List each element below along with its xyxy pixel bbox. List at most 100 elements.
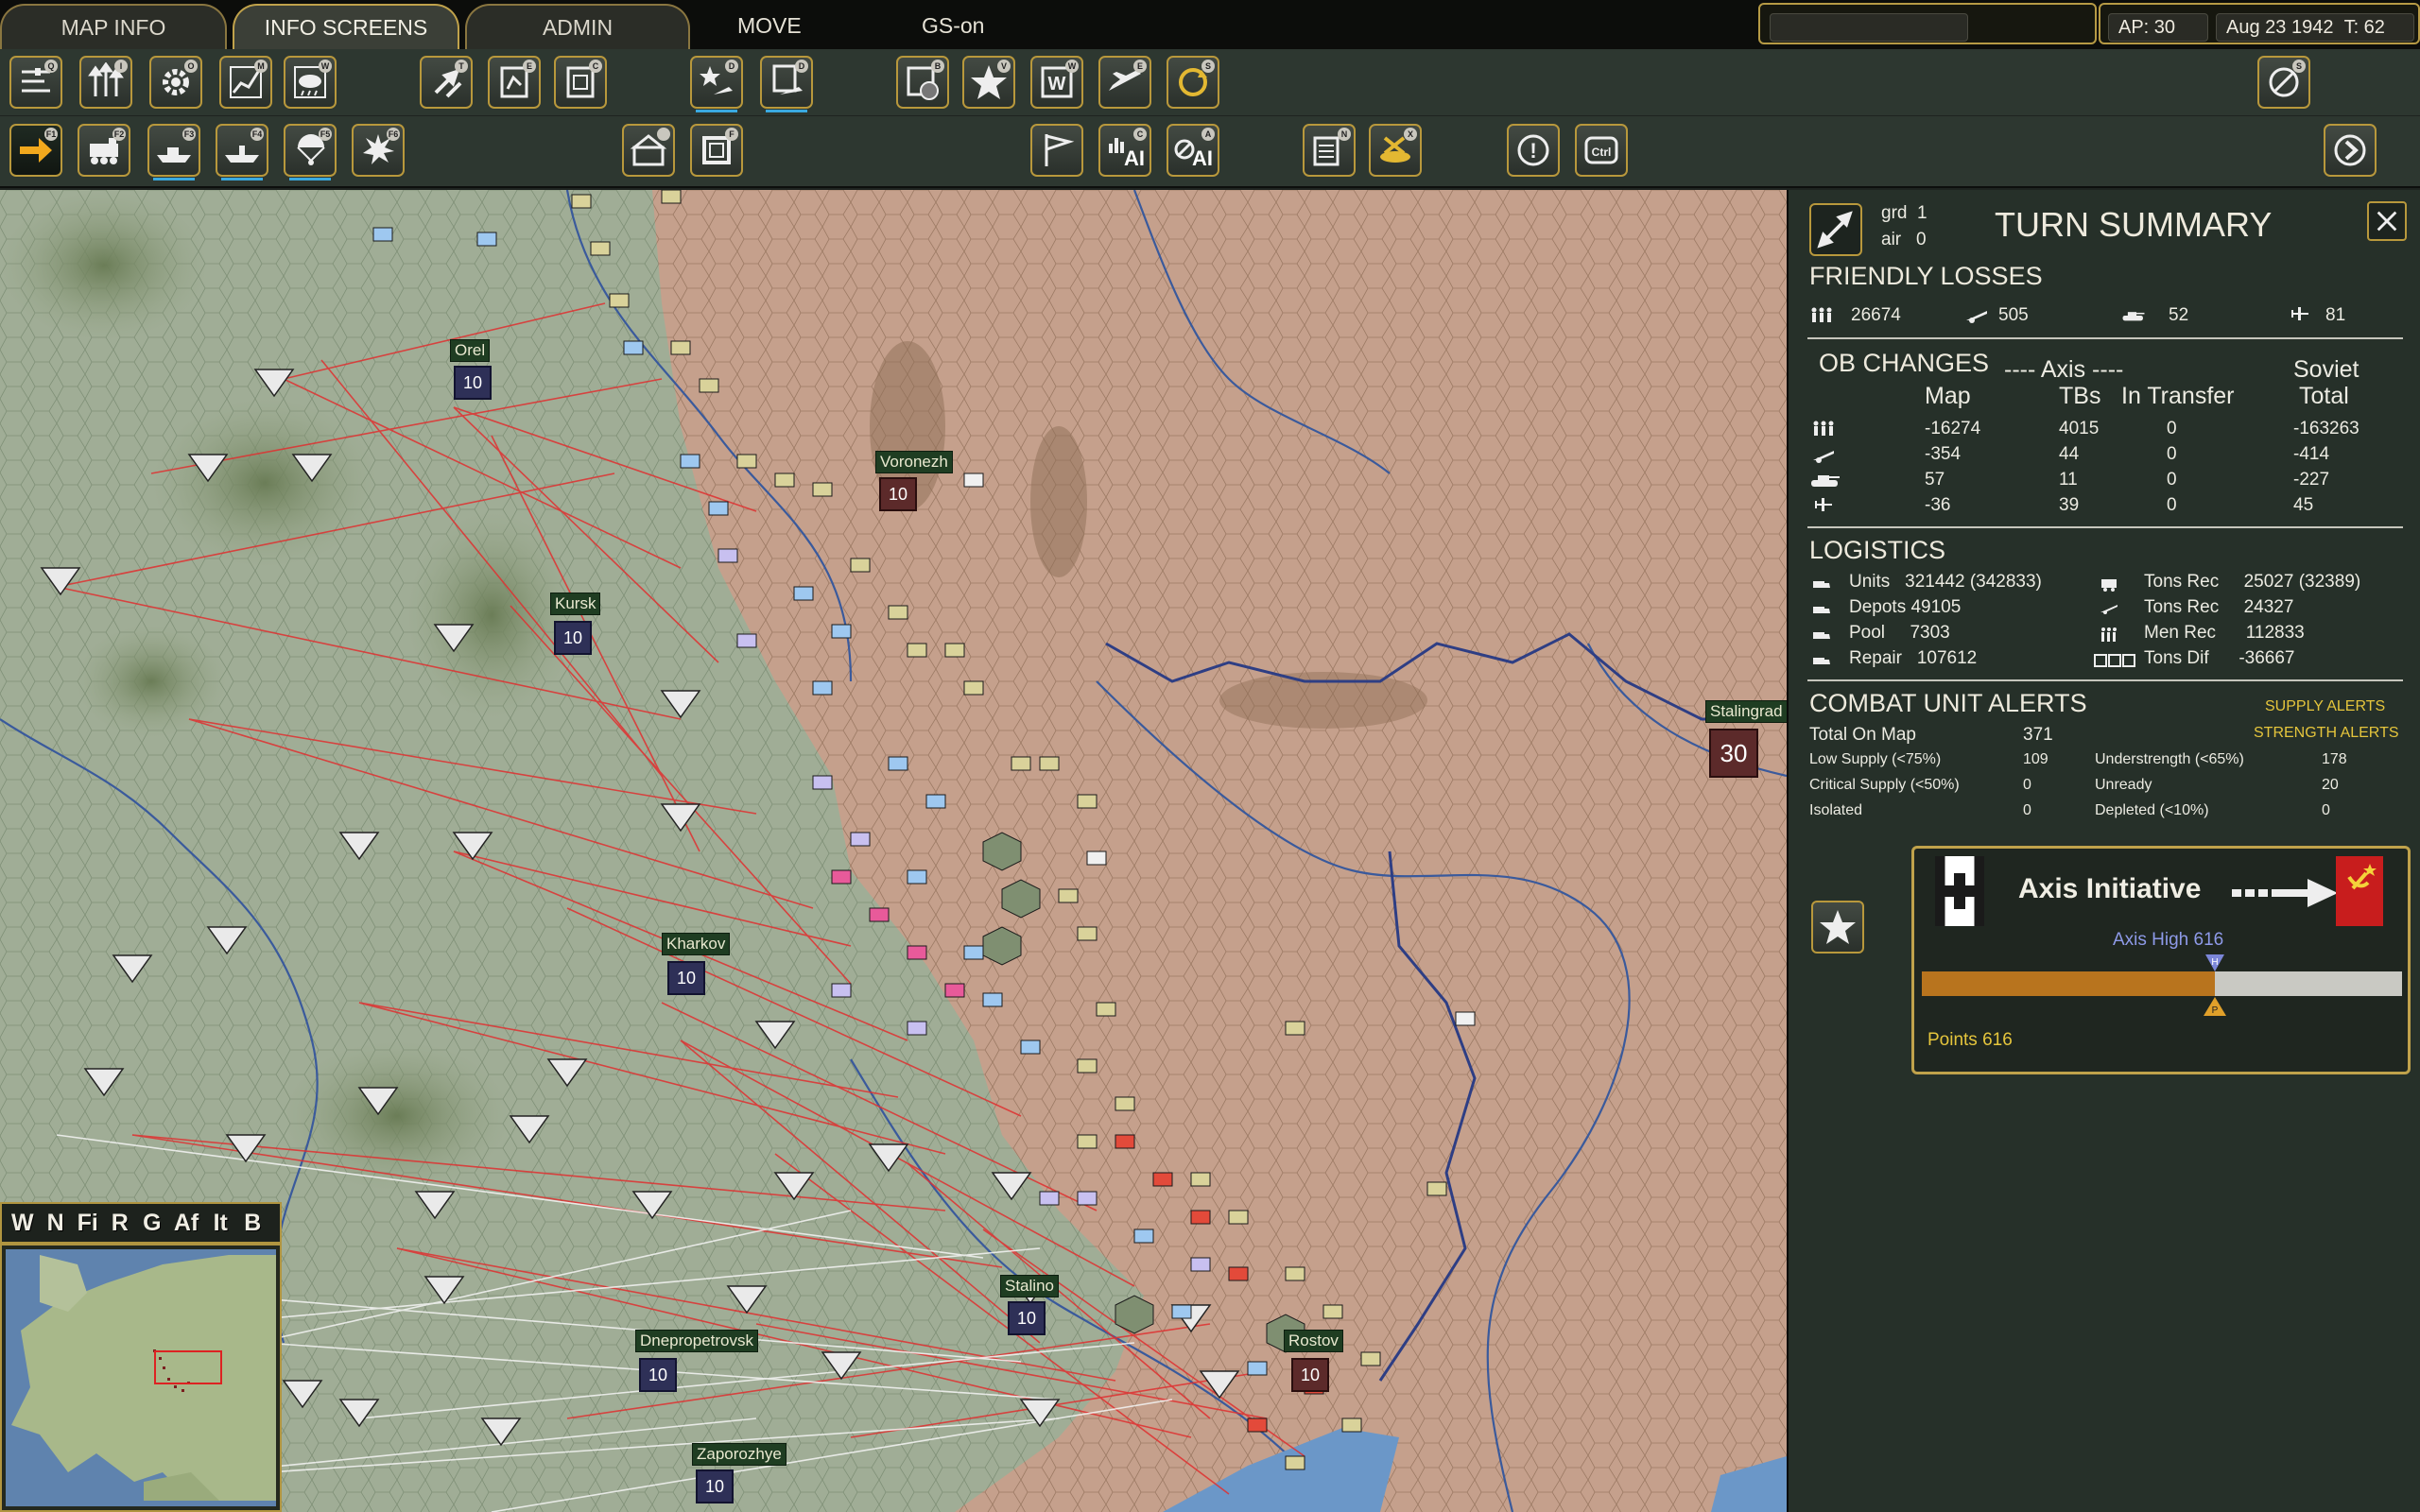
low-supply-label[interactable]: Low Supply (<75%)	[1809, 751, 1941, 768]
events-button[interactable]: E	[488, 56, 541, 109]
fortify-button[interactable]: F	[690, 124, 743, 177]
low-supply-value: 109	[2023, 751, 2048, 767]
airborne-mode-button[interactable]: F5	[284, 124, 337, 180]
city-label-voronezh[interactable]: Voronezh	[875, 451, 953, 473]
close-button[interactable]	[2367, 201, 2407, 241]
divider	[1807, 337, 2403, 339]
commander-report-button[interactable]: Q	[9, 56, 62, 109]
ctrl-button[interactable]: Ctrl	[1575, 124, 1628, 177]
tab-admin[interactable]: ADMIN	[465, 4, 690, 49]
air-groups-button[interactable]: E	[1098, 56, 1151, 109]
weather-button[interactable]: W	[284, 56, 337, 109]
filter-afrika[interactable]: Af	[170, 1208, 202, 1238]
svg-text:Ctrl: Ctrl	[1592, 146, 1612, 159]
divider	[1807, 679, 2403, 681]
initiative-points-label: Points 616	[1927, 1030, 2013, 1050]
understrength-value: 178	[2322, 751, 2347, 767]
end-turn-toggle-button[interactable]: S	[2257, 56, 2310, 109]
city-label-zaporozhye[interactable]: Zaporozhye	[692, 1443, 786, 1466]
rail-mode-button[interactable]: F2	[78, 124, 130, 177]
gs-toggle[interactable]: GS-on	[922, 13, 984, 39]
ob-row-tanks-total: -227	[2293, 470, 2330, 490]
understrength-label[interactable]: Understrength (<65%)	[2095, 751, 2244, 768]
grd-value: 1	[1917, 203, 1927, 223]
filter-romania[interactable]: R	[106, 1208, 134, 1238]
war-economy-button[interactable]: WW	[1030, 56, 1083, 109]
strength-alerts-link[interactable]: STRENGTH ALERTS	[2254, 725, 2399, 742]
minimap[interactable]	[0, 1244, 282, 1512]
map-filter-bar: W N Fi R G Af It B	[0, 1202, 282, 1244]
graphs-button[interactable]: M	[219, 56, 272, 109]
logistics-tons-rec-air: Tons Rec 24327	[2144, 597, 2294, 617]
message-box[interactable]	[1758, 3, 2097, 44]
total-on-map-label: Total On Map	[1809, 725, 1916, 745]
victory-button[interactable]: V	[962, 56, 1015, 109]
ai-combat-button[interactable]: C AI	[1098, 124, 1151, 177]
game-window: MAP INFO INFO SCREENS ADMIN MOVE GS-on A…	[0, 0, 2420, 1512]
svg-text:P: P	[2212, 1005, 2219, 1016]
expand-arrows-icon	[1817, 211, 1853, 249]
filter-germany[interactable]: G	[138, 1208, 166, 1238]
air-doctrine-button[interactable]: D	[690, 56, 743, 112]
filter-italy[interactable]: It	[206, 1208, 234, 1238]
critical-supply-label[interactable]: Critical Supply (<50%)	[1809, 777, 1960, 794]
city-label-stalino[interactable]: Stalino	[1000, 1275, 1059, 1297]
unready-label[interactable]: Unready	[2095, 777, 2152, 794]
city-label-orel[interactable]: Orel	[450, 339, 491, 362]
supply-alerts-link[interactable]: SUPPLY ALERTS	[2265, 698, 2385, 715]
filter-finland[interactable]: Fi	[74, 1208, 102, 1238]
hq-buildup-button[interactable]	[622, 124, 675, 177]
production-button[interactable]: I	[79, 56, 132, 109]
move-menu[interactable]: MOVE	[737, 13, 802, 39]
game-date: Aug 23 1942	[2226, 16, 2334, 38]
city-label-stalingrad[interactable]: Stalingrad	[1705, 700, 1787, 723]
city-value-dnepropetrovsk: 10	[639, 1358, 677, 1392]
tab-map-info[interactable]: MAP INFO	[0, 4, 227, 49]
air-directives-button[interactable]: D	[760, 56, 813, 112]
filter-b[interactable]: B	[238, 1208, 267, 1238]
transfer-button[interactable]: T	[420, 56, 473, 109]
tank-icon	[1811, 475, 1840, 487]
ob-button[interactable]: B	[896, 56, 949, 109]
city-value-orel: 10	[454, 366, 492, 400]
battle-report-button[interactable]: X	[1369, 124, 1422, 177]
gun-icon	[1813, 451, 1834, 463]
move-mode-button[interactable]: F1	[9, 124, 62, 177]
secondary-toolbar: F1 F2 F3 F4 F5 F6 F C AI A AI N X ! Ctrl	[0, 116, 2420, 188]
ai-automate-button[interactable]: A AI	[1167, 124, 1219, 177]
expand-button[interactable]	[1809, 203, 1862, 256]
options-button[interactable]: O	[149, 56, 202, 109]
replacements-button[interactable]: S	[1167, 56, 1219, 109]
ob-row-aircraft-tbs: 39	[2059, 495, 2080, 515]
initiative-high-marker: H	[2204, 953, 2225, 971]
filter-naval[interactable]: N	[42, 1208, 70, 1238]
svg-text:H: H	[2211, 957, 2218, 968]
city-label-kharkov[interactable]: Kharkov	[662, 933, 731, 955]
naval-mode-button[interactable]: F3	[147, 124, 200, 180]
filter-weather[interactable]: W	[8, 1208, 38, 1238]
aircraft-small-icon	[2291, 307, 2308, 320]
grd-label: grd 1	[1881, 203, 1927, 223]
losses-men: 26674	[1851, 305, 1901, 325]
city-label-kursk[interactable]: Kursk	[550, 593, 601, 615]
air-label: air 0	[1881, 230, 1927, 249]
achievements-button[interactable]	[1811, 901, 1864, 954]
top-bar: MAP INFO INFO SCREENS ADMIN MOVE GS-on A…	[0, 0, 2420, 49]
commanders-button[interactable]: C	[554, 56, 607, 109]
men-icon	[2101, 627, 2117, 642]
alerts-button[interactable]: !	[1507, 124, 1560, 177]
air-value: 0	[1915, 230, 1927, 249]
ob-row-men-map: -16274	[1925, 419, 1981, 438]
tab-info-screens[interactable]: INFO SCREENS	[233, 4, 459, 49]
close-icon	[2377, 211, 2397, 232]
amphibious-mode-button[interactable]: F4	[216, 124, 268, 180]
next-turn-icon	[2334, 134, 2366, 166]
city-label-rostov[interactable]: Rostov	[1284, 1330, 1343, 1352]
isolated-label[interactable]: Isolated	[1809, 802, 1862, 819]
reports-button[interactable]: N	[1303, 124, 1356, 177]
bombard-mode-button[interactable]: F6	[352, 124, 405, 177]
end-turn-button[interactable]	[2324, 124, 2377, 177]
city-label-dnepropetrovsk[interactable]: Dnepropetrovsk	[635, 1330, 759, 1352]
depleted-label[interactable]: Depleted (<10%)	[2095, 802, 2209, 819]
flag-button[interactable]	[1030, 124, 1083, 177]
